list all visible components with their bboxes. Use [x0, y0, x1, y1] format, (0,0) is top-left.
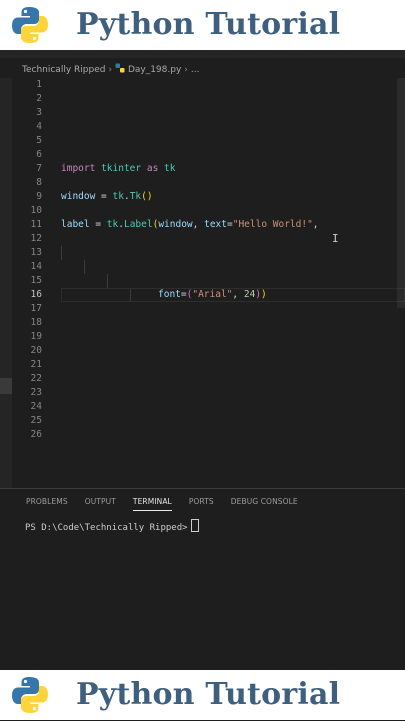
bottom-banner: Python Tutorial	[0, 670, 405, 720]
code-token: tk	[112, 191, 124, 202]
line-number-row: 1	[12, 78, 405, 92]
code-area[interactable]: 1 2 3 4 5 6 7 8 9 10 11 12 13 14 15 16 17 18 19 20 21 22 23 24 2…	[12, 78, 405, 488]
tab-problems[interactable]: PROBLEMS	[26, 495, 68, 511]
code-token: window	[61, 191, 96, 202]
breadcrumb: Technically Ripped › Day_198.py ›...	[22, 62, 200, 78]
code-editor: Technically Ripped › Day_198.py ›... 12345…	[0, 50, 405, 721]
line-number-row: 25	[12, 414, 405, 428]
code-token: import	[61, 163, 96, 174]
code-token: as	[146, 163, 159, 174]
line-number-row: 21	[12, 358, 405, 372]
code-token: tkinter	[101, 163, 142, 174]
line-number-row: 26	[12, 428, 405, 442]
chevron-right-icon: ›	[184, 65, 188, 75]
tab-terminal[interactable]: TERMINAL	[132, 495, 172, 511]
line-number: 21	[30, 359, 42, 370]
line-number: 2	[36, 93, 42, 104]
activity-strip	[0, 78, 12, 488]
line-number-row: 23	[12, 386, 405, 400]
code-line-11: font=("Arial", 24))	[12, 218, 405, 302]
line-number: 23	[30, 387, 42, 398]
line-number-row: 15	[12, 274, 405, 288]
line-number-row: 19	[12, 330, 405, 344]
code-token: =	[95, 191, 113, 202]
panel-tabs: PROBLEMS OUTPUT TERMINAL PORTS DEBUG CON…	[26, 495, 315, 511]
breadcrumb-more[interactable]: ...	[191, 65, 200, 75]
code-token: tk	[164, 163, 176, 174]
line-number-row: 14	[12, 260, 405, 274]
banner-title: Python Tutorial	[76, 7, 341, 42]
editor-tab-strip	[0, 50, 405, 58]
code-line-6: import tkinter as tk	[12, 148, 405, 174]
line-number: 19	[30, 331, 42, 342]
current-line-highlight	[61, 288, 405, 302]
line-number-row: 18	[12, 316, 405, 330]
top-banner: Python Tutorial	[0, 0, 405, 50]
indent-guide	[107, 274, 108, 288]
line-number: 24	[30, 401, 42, 412]
line-number: 26	[30, 429, 42, 440]
python-logo-icon	[12, 677, 48, 713]
line-number: 22	[30, 373, 42, 384]
code-token: ()	[141, 191, 153, 202]
line-number: 3	[36, 107, 42, 118]
terminal-prompt: PS D:\Code\Technically Ripped>	[25, 523, 188, 533]
line-number: 4	[36, 121, 42, 132]
editor-scrollbar[interactable]	[397, 78, 405, 308]
chevron-right-icon: ›	[108, 65, 113, 75]
line-number-row: 20	[12, 344, 405, 358]
code-token: Tk	[129, 191, 142, 202]
line-number-row: 12	[12, 232, 405, 246]
line-number: 25	[30, 415, 42, 426]
line-number: 5	[36, 135, 42, 146]
tab-output[interactable]: OUTPUT	[85, 495, 116, 511]
code-line-10: label = tk.Label(window, text="Hello Wor…	[12, 204, 405, 230]
tab-ports[interactable]: PORTS	[189, 495, 214, 511]
banner-title: Python Tutorial	[76, 677, 341, 712]
line-number-row: 13	[12, 246, 405, 260]
python-file-icon	[115, 63, 125, 73]
python-logo-icon	[12, 7, 48, 43]
line-number-row: 2	[12, 92, 405, 106]
line-number-row: 3	[12, 106, 405, 120]
line-number: 1	[36, 79, 42, 90]
line-number-row: 22	[12, 372, 405, 386]
terminal-prompt-line[interactable]: PS D:\Code\Technically Ripped>	[25, 519, 199, 535]
text-cursor-icon: I	[332, 232, 339, 245]
indent-guide	[61, 246, 62, 260]
tab-debug-console[interactable]: DEBUG CONSOLE	[231, 495, 298, 511]
terminal-cursor	[190, 519, 199, 532]
code-line-8: window = tk.Tk()	[12, 176, 405, 202]
activity-marker	[0, 378, 12, 394]
line-number-row: 5	[12, 134, 405, 148]
line-number-row: 4	[12, 120, 405, 134]
indent-guide	[84, 260, 85, 274]
line-number-row: 17	[12, 302, 405, 316]
breadcrumb-folder[interactable]: Technically Ripped	[22, 65, 105, 75]
line-number-row: 24	[12, 400, 405, 414]
line-number: 20	[30, 345, 42, 356]
breadcrumb-file[interactable]: Day_198.py	[128, 65, 181, 75]
line-number: 18	[30, 317, 42, 328]
